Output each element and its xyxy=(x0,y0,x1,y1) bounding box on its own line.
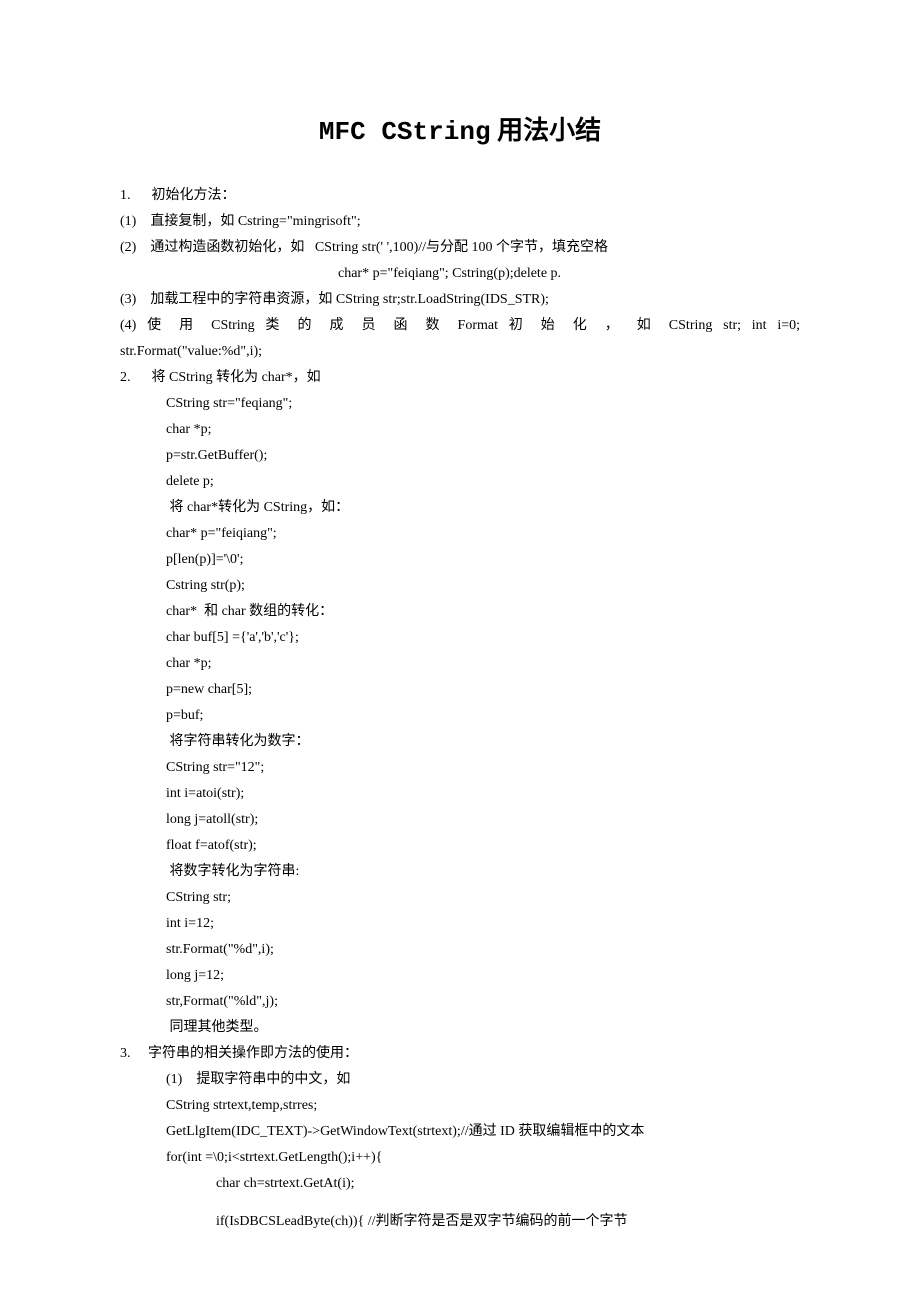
text-line: 同理其他类型。 xyxy=(120,1015,800,1041)
text-line: (3) 加载工程中的字符串资源，如 CString str;str.LoadSt… xyxy=(120,287,800,313)
text-line: int i=12; xyxy=(120,911,800,937)
text-line: (1) 直接复制，如 Cstring="mingrisoft"; xyxy=(120,209,800,235)
text-line: 将 char*转化为 CString，如： xyxy=(120,495,800,521)
document-title: MFC CString 用法小结 xyxy=(120,110,800,147)
text-line: CString strtext,temp,strres; xyxy=(120,1093,800,1119)
text-line: for(int =\0;i<strtext.GetLength();i++){ xyxy=(120,1145,800,1171)
text-line: long j=12; xyxy=(120,963,800,989)
text-line: long j=atoll(str); xyxy=(120,807,800,833)
text-line: 1. 初始化方法： xyxy=(120,183,800,209)
text-line: p=new char[5]; xyxy=(120,677,800,703)
text-line: int i=atoi(str); xyxy=(120,781,800,807)
text-line: GetLlgItem(IDC_TEXT)->GetWindowText(strt… xyxy=(120,1119,800,1145)
text-line: str.Format("value:%d",i); xyxy=(120,339,800,365)
text-line: CString str="feqiang"; xyxy=(120,391,800,417)
text-line: p=str.GetBuffer(); xyxy=(120,443,800,469)
title-cn-part: 用法小结 xyxy=(491,116,602,145)
text-line: if(IsDBCSLeadByte(ch)){ //判断字符是否是双字节编码的前… xyxy=(120,1209,800,1235)
text-line: 将数字转化为字符串: xyxy=(120,859,800,885)
text-line: char ch=strtext.GetAt(i); xyxy=(120,1171,800,1197)
text-line: 2. 将 CString 转化为 char*，如 xyxy=(120,365,800,391)
text-line: p=buf; xyxy=(120,703,800,729)
text-line: char* p="feiqiang"; xyxy=(120,521,800,547)
text-line: char *p; xyxy=(120,651,800,677)
text-line: (4) 使 用 CString 类 的 成 员 函 数 Format 初 始 化… xyxy=(120,313,800,339)
text-line: str.Format("%d",i); xyxy=(120,937,800,963)
text-line: delete p; xyxy=(120,469,800,495)
text-line: p[len(p)]='\0'; xyxy=(120,547,800,573)
title-mono-part: MFC CString xyxy=(319,117,491,147)
text-line: 将字符串转化为数字： xyxy=(120,729,800,755)
text-line: char *p; xyxy=(120,417,800,443)
text-line: float f=atof(str); xyxy=(120,833,800,859)
text-line: CString str; xyxy=(120,885,800,911)
text-line: (2) 通过构造函数初始化，如 CString str(' ',100)//与分… xyxy=(120,235,800,261)
text-line: char* p="feiqiang"; Cstring(p);delete p. xyxy=(120,261,800,287)
text-line: CString str="12"; xyxy=(120,755,800,781)
text-line: char* 和 char 数组的转化： xyxy=(120,599,800,625)
document-page: MFC CString 用法小结 1. 初始化方法：(1) 直接复制，如 Cst… xyxy=(0,0,920,1315)
text-line: str,Format("%ld",j); xyxy=(120,989,800,1015)
text-line: 3. 字符串的相关操作即方法的使用： xyxy=(120,1041,800,1067)
text-line: Cstring str(p); xyxy=(120,573,800,599)
text-line: char buf[5] ={'a','b','c'}; xyxy=(120,625,800,651)
document-body: 1. 初始化方法：(1) 直接复制，如 Cstring="mingrisoft"… xyxy=(120,183,800,1235)
text-line: (1) 提取字符串中的中文，如 xyxy=(120,1067,800,1093)
